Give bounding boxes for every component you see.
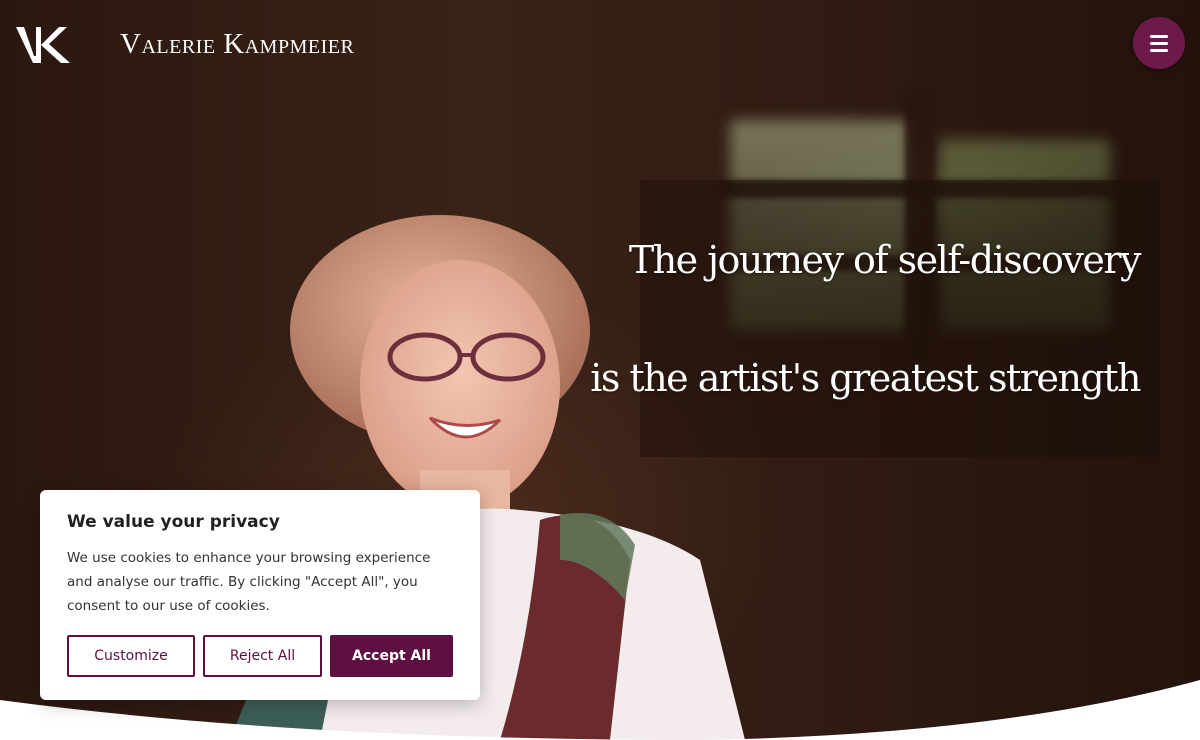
accept-all-button[interactable]: Accept All [330, 635, 453, 677]
cookie-title: We value your privacy [67, 512, 280, 532]
hero-quote-line-1: The journey of self-discovery [628, 238, 1142, 282]
hamburger-menu-icon [1150, 33, 1168, 54]
reject-all-button[interactable]: Reject All [203, 635, 322, 677]
quote-backdrop [640, 180, 1160, 457]
hero-quote-line-2: is the artist's greatest strength [590, 356, 1141, 400]
menu-button[interactable] [1133, 17, 1185, 69]
brand-name[interactable]: Valerie Kampmeier [120, 28, 354, 61]
customize-button[interactable]: Customize [67, 635, 195, 677]
cookie-consent-dialog: We value your privacy We use cookies to … [40, 490, 480, 700]
brand-name-text: Valerie Kampmeier [120, 28, 355, 60]
vk-logo-icon[interactable] [15, 26, 71, 64]
cookie-text: We use cookies to enhance your browsing … [67, 550, 431, 614]
